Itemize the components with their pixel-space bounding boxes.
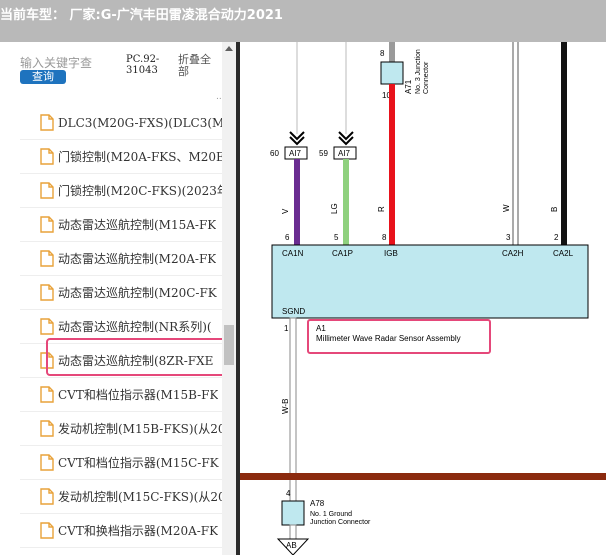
tree-item-label: CVT和换档指示器(M20A-FK	[58, 524, 219, 538]
terminal-sgnd: SGND	[282, 307, 305, 316]
pin-ca2l: 2	[554, 233, 559, 242]
document-icon	[40, 284, 54, 301]
wire-code-w: W	[502, 204, 511, 212]
tree-item[interactable]: 门锁控制(M20C-FKS)(2023年	[20, 174, 222, 208]
tree-item[interactable]: 发动机控制(M15C-FKS)(从20	[20, 480, 222, 514]
ai7-pin-2: 59	[319, 149, 328, 158]
ai7-pin-1: 60	[270, 149, 279, 158]
tree-item-label: 动态雷达巡航控制(NR系列)(	[58, 320, 212, 334]
tree-item[interactable]: CVT和档位指示器(M15C-FK	[20, 446, 222, 480]
terminal-ca1p: CA1P	[332, 249, 353, 258]
tree-item[interactable]: DLC3(M20G-FXS)(DLC3(M2	[20, 106, 222, 140]
model-code: PC.92-31043	[126, 54, 160, 76]
component-a1-box[interactable]	[271, 244, 589, 319]
wiring-diagram-pane[interactable]: 8 10 A71 No. 3 Junction Connector 60 AI7…	[236, 42, 606, 555]
wire-code-lg: LG	[330, 203, 339, 214]
a71-name-2: Connector	[423, 61, 430, 94]
horizontal-brown-line	[240, 473, 606, 480]
ai7-label-2: AI7	[338, 149, 351, 158]
pin-ca1n: 6	[285, 233, 290, 242]
terminal-ca1n: CA1N	[282, 249, 304, 258]
tree-item-label: DLC3(M20G-FXS)(DLC3(M2	[58, 115, 222, 130]
header-bar: 当前车型： 厂家:G-广汽丰田雷凌混合动力2021	[0, 0, 606, 42]
tree-item[interactable]: 动态雷达巡航控制(M15A-FK	[20, 208, 222, 242]
tree-item-label: 发动机控制(M15B-FKS)(从20	[58, 422, 222, 436]
search-button[interactable]: 查询	[20, 70, 66, 84]
ai7-label-1: AI7	[289, 149, 302, 158]
left-pane: 查询 PC.92-31043 折叠全部 ... DLC3(M20G-FXS)(D…	[0, 42, 236, 555]
tree-list: DLC3(M20G-FXS)(DLC3(M2 门锁控制(M20A-FKS、M20E…	[20, 106, 222, 548]
connector-a71[interactable]	[380, 61, 404, 85]
wire-black-ca2l	[561, 42, 567, 245]
tree-item[interactable]: 发动机控制(M15B-FKS)(从20	[20, 412, 222, 446]
tree-item[interactable]: 动态雷达巡航控制(M20A-FK	[20, 242, 222, 276]
component-a1-id: A1	[316, 324, 326, 333]
wire-code-wb: W-B	[281, 399, 290, 414]
tree-item[interactable]: CVT和换档指示器(M20A-FK	[20, 514, 222, 548]
tree-item[interactable]: CVT和档位指示器(M15B-FK	[20, 378, 222, 412]
terminal-igb: IGB	[384, 249, 398, 258]
wire-wb-lower	[289, 524, 297, 540]
document-icon	[40, 318, 54, 335]
tree-item[interactable]: 动态雷达巡航控制(M20C-FK	[20, 276, 222, 310]
current-vehicle-title: 当前车型： 厂家:G-广汽丰田雷凌混合动力2021	[0, 8, 283, 23]
document-icon	[40, 420, 54, 437]
document-icon	[40, 148, 54, 165]
a78-pin: 4	[286, 489, 291, 498]
document-icon	[40, 250, 54, 267]
tree-item-label: 门锁控制(M20A-FKS、M20E	[58, 150, 222, 164]
tree-item-label: 动态雷达巡航控制(M20C-FK	[58, 286, 217, 300]
wire-code-r: R	[377, 206, 386, 212]
connector-a78[interactable]	[281, 500, 305, 526]
pin-igb: 8	[382, 233, 387, 242]
wire-stub-a71-top	[389, 42, 395, 64]
pin-ca1p: 5	[334, 233, 339, 242]
a71-id: A71	[404, 79, 413, 94]
a78-id: A78	[310, 499, 325, 508]
tree-item-label: CVT和档位指示器(M15C-FK	[58, 456, 219, 470]
document-icon	[40, 386, 54, 403]
pin-sgnd: 1	[284, 324, 289, 333]
tree-item-label: 动态雷达巡航控制(M15A-FK	[58, 218, 217, 232]
document-icon	[40, 216, 54, 233]
a71-name-1: No. 3 Junction	[415, 49, 422, 94]
a78-name-2: Junction Connector	[310, 519, 371, 526]
tree-scrollbar[interactable]	[222, 42, 236, 555]
document-icon	[40, 522, 54, 539]
wiring-diagram: 8 10 A71 No. 3 Junction Connector 60 AI7…	[240, 42, 606, 555]
terminal-ca2h: CA2H	[502, 249, 524, 258]
tree-item-label: CVT和档位指示器(M15B-FK	[58, 388, 219, 402]
wire-code-v: V	[281, 208, 290, 214]
tree-item-label: 发动机控制(M15C-FKS)(从20	[58, 490, 222, 504]
document-icon	[40, 114, 54, 131]
document-icon	[40, 488, 54, 505]
scroll-up-arrow-icon[interactable]	[225, 46, 233, 51]
pin-ca2h: 3	[506, 233, 511, 242]
selected-item-highlight	[46, 338, 226, 376]
a78-name-1: No. 1 Ground	[310, 511, 352, 518]
wire-green-ca1p	[343, 159, 349, 245]
search-row: 查询 PC.92-31043 折叠全部 ...	[0, 42, 225, 102]
collapse-all-button[interactable]: 折叠全部	[178, 54, 218, 78]
ground-ref-label: AB	[286, 541, 297, 550]
document-icon	[40, 182, 54, 199]
scroll-thumb[interactable]	[224, 325, 234, 365]
component-a1-name: Millimeter Wave Radar Sensor Assembly	[316, 334, 461, 343]
document-icon	[40, 454, 54, 471]
tree-item[interactable]: 门锁控制(M20A-FKS、M20E	[20, 140, 222, 174]
tree-item-label: 门锁控制(M20C-FKS)(2023年	[58, 184, 222, 198]
tree-item-label: 动态雷达巡航控制(M20A-FK	[58, 252, 217, 266]
a71-pin-top: 8	[380, 49, 385, 58]
wire-code-b: B	[550, 207, 559, 212]
terminal-ca2l: CA2L	[553, 249, 574, 258]
wire-red-igb	[389, 84, 395, 245]
wire-purple-ca1n	[294, 159, 300, 245]
